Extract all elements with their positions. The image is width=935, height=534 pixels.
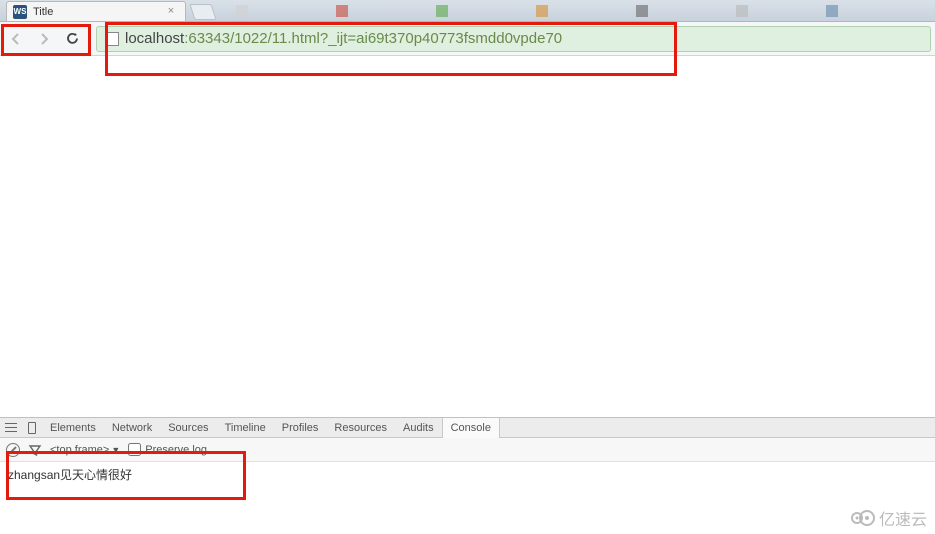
devtools-tab-profiles[interactable]: Profiles [274, 418, 327, 438]
back-button[interactable] [4, 27, 28, 51]
devtools-tab-sources[interactable]: Sources [160, 418, 216, 438]
watermark-logo-icon [851, 510, 875, 526]
favicon-icon: WS [13, 5, 27, 19]
devtools-tab-elements[interactable]: Elements [42, 418, 104, 438]
devtools-panel: Elements Network Sources Timeline Profil… [0, 417, 935, 502]
console-log-line: zhangsan见天心情很好 [8, 466, 927, 483]
background-tab[interactable] [236, 1, 248, 21]
page-content [0, 56, 935, 426]
device-mode-icon[interactable] [22, 418, 42, 438]
background-tab[interactable] [536, 1, 548, 21]
devtools-tabbar: Elements Network Sources Timeline Profil… [0, 418, 935, 438]
watermark-text: 亿速云 [879, 506, 927, 530]
watermark: 亿速云 [851, 506, 927, 530]
background-tab[interactable] [636, 1, 648, 21]
address-bar[interactable]: localhost:63343/1022/11.html?_ijt=ai69t3… [96, 26, 931, 52]
close-tab-icon[interactable]: × [165, 5, 177, 17]
chevron-down-icon: ▼ [111, 445, 120, 455]
background-tab[interactable] [336, 1, 348, 21]
devtools-tab-timeline[interactable]: Timeline [217, 418, 274, 438]
devtools-tab-audits[interactable]: Audits [395, 418, 442, 438]
devtools-tab-console[interactable]: Console [442, 418, 500, 438]
url-text: localhost:63343/1022/11.html?_ijt=ai69t3… [125, 30, 562, 47]
filter-icon[interactable] [28, 443, 42, 457]
console-toolbar: <top frame> ▼ Preserve log [0, 438, 935, 462]
browser-toolbar: localhost:63343/1022/11.html?_ijt=ai69t3… [0, 22, 935, 56]
devtools-tab-network[interactable]: Network [104, 418, 160, 438]
background-tab[interactable] [826, 1, 838, 21]
devtools-menu-icon[interactable] [0, 418, 22, 438]
browser-tab-active[interactable]: WS Title × [6, 1, 186, 21]
new-tab-button[interactable] [189, 4, 216, 20]
clear-console-icon[interactable] [6, 443, 20, 457]
page-icon [105, 32, 119, 46]
console-output: zhangsan见天心情很好 [0, 462, 935, 502]
forward-button[interactable] [32, 27, 56, 51]
devtools-tab-resources[interactable]: Resources [326, 418, 395, 438]
background-tab[interactable] [736, 1, 748, 21]
browser-tabstrip: WS Title × [0, 0, 935, 22]
reload-button[interactable] [60, 27, 84, 51]
background-tab[interactable] [436, 1, 448, 21]
frame-selector[interactable]: <top frame> ▼ [50, 444, 120, 456]
preserve-log-checkbox[interactable]: Preserve log [128, 443, 207, 456]
tab-title: Title [33, 6, 53, 18]
